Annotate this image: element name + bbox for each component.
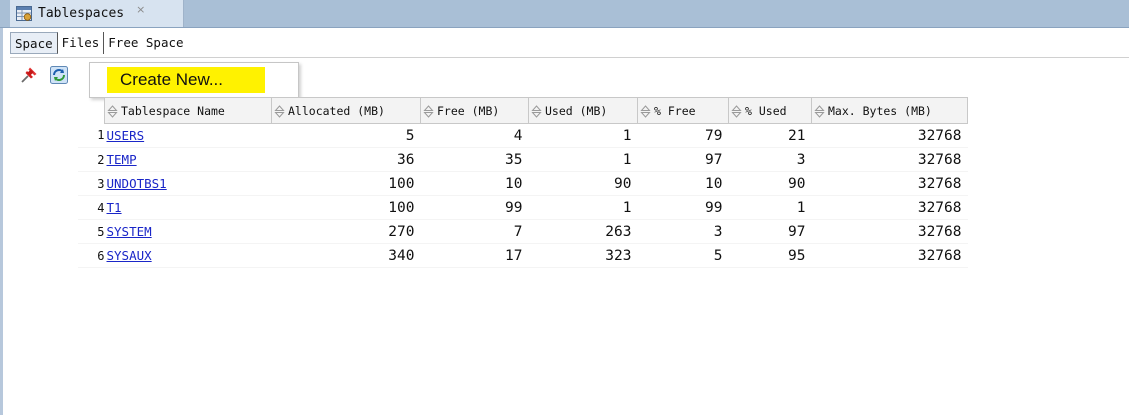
pct-used-cell: 3 (728, 147, 812, 172)
toolbar (18, 64, 70, 86)
tablespace-link[interactable]: USERS (107, 128, 145, 143)
column-header-tablespace-name[interactable]: Tablespace Name (104, 97, 272, 124)
max-bytes-cell: 32768 (811, 195, 968, 220)
sort-icon (274, 104, 285, 118)
row-number-header (78, 98, 105, 124)
row-number: 5 (78, 219, 105, 244)
header-row: Tablespace Name Allocated (MB) Free (MB)… (78, 97, 968, 124)
free-cell: 17 (420, 243, 529, 268)
tablespace-name-cell: SYSTEM (104, 219, 272, 244)
tablespace-link[interactable]: SYSAUX (107, 248, 152, 263)
pct-used-cell: 1 (728, 195, 812, 220)
subtab-bar: Space Files Free Space (10, 28, 1129, 58)
sort-icon (531, 104, 542, 118)
sort-icon (731, 104, 742, 118)
allocated-cell: 270 (271, 219, 421, 244)
max-bytes-cell: 32768 (811, 147, 968, 172)
pct-free-cell: 99 (637, 195, 729, 220)
table-row[interactable]: 4 T1 100 99 1 99 1 32768 (78, 195, 968, 220)
tablespaces-grid: Tablespace Name Allocated (MB) Free (MB)… (78, 97, 968, 268)
tab-tablespaces[interactable]: Tablespaces × (10, 0, 184, 27)
column-label: % Free (654, 103, 696, 118)
pct-free-cell: 5 (637, 243, 729, 268)
free-cell: 10 (420, 171, 529, 196)
row-number: 1 (78, 123, 105, 148)
tablespace-name-cell: SYSAUX (104, 243, 272, 268)
column-label: Allocated (MB) (288, 103, 385, 118)
allocated-cell: 5 (271, 123, 421, 148)
pct-free-cell: 10 (637, 171, 729, 196)
editor-tab-bar: Tablespaces × (0, 0, 1129, 28)
used-cell: 1 (528, 147, 638, 172)
tablespace-link[interactable]: SYSTEM (107, 224, 152, 239)
subtab-space[interactable]: Space (10, 31, 58, 54)
tablespace-link[interactable]: T1 (107, 200, 122, 215)
column-header-allocated[interactable]: Allocated (MB) (271, 97, 421, 124)
tablespace-link[interactable]: TEMP (107, 152, 137, 167)
pct-used-cell: 95 (728, 243, 812, 268)
free-cell: 4 (420, 123, 529, 148)
allocated-cell: 36 (271, 147, 421, 172)
context-menu: Create New... (89, 62, 299, 98)
column-header-pct-free[interactable]: % Free (637, 97, 729, 124)
allocated-cell: 100 (271, 195, 421, 220)
used-cell: 263 (528, 219, 638, 244)
row-number: 6 (78, 243, 105, 268)
table-row[interactable]: 3 UNDOTBS1 100 10 90 10 90 32768 (78, 171, 968, 196)
subtab-files[interactable]: Files (58, 31, 105, 54)
column-label: Used (MB) (545, 103, 608, 118)
create-new-menu-item[interactable]: Create New... (107, 67, 265, 93)
refresh-icon[interactable] (48, 64, 70, 86)
used-cell: 1 (528, 195, 638, 220)
column-label: Free (MB) (437, 103, 500, 118)
table-row[interactable]: 1 USERS 5 4 1 79 21 32768 (78, 123, 968, 148)
sort-icon (640, 104, 651, 118)
used-cell: 1 (528, 123, 638, 148)
pct-used-cell: 21 (728, 123, 812, 148)
tablespace-name-cell: TEMP (104, 147, 272, 172)
table-row[interactable]: 2 TEMP 36 35 1 97 3 32768 (78, 147, 968, 172)
subtab-free-space[interactable]: Free Space (104, 32, 187, 54)
used-cell: 323 (528, 243, 638, 268)
pct-free-cell: 3 (637, 219, 729, 244)
column-header-pct-used[interactable]: % Used (728, 97, 812, 124)
sort-icon (814, 104, 825, 118)
pct-used-cell: 90 (728, 171, 812, 196)
column-label: Max. Bytes (MB) (828, 103, 932, 118)
free-cell: 35 (420, 147, 529, 172)
max-bytes-cell: 32768 (811, 243, 968, 268)
pct-free-cell: 79 (637, 123, 729, 148)
close-icon[interactable]: × (136, 3, 145, 16)
row-number: 4 (78, 195, 105, 220)
pct-used-cell: 97 (728, 219, 812, 244)
tab-title: Tablespaces (38, 6, 125, 21)
max-bytes-cell: 32768 (811, 123, 968, 148)
tablespace-link[interactable]: UNDOTBS1 (107, 176, 167, 191)
max-bytes-cell: 32768 (811, 171, 968, 196)
column-header-max-bytes[interactable]: Max. Bytes (MB) (811, 97, 968, 124)
table-row[interactable]: 5 SYSTEM 270 7 263 3 97 32768 (78, 219, 968, 244)
row-number: 3 (78, 171, 105, 196)
column-label: % Used (745, 103, 787, 118)
left-edge (0, 0, 3, 415)
column-header-used[interactable]: Used (MB) (528, 97, 638, 124)
column-label: Tablespace Name (121, 103, 225, 118)
pin-icon[interactable] (18, 64, 40, 86)
tablespace-name-cell: USERS (104, 123, 272, 148)
free-cell: 99 (420, 195, 529, 220)
sort-icon (423, 104, 434, 118)
used-cell: 90 (528, 171, 638, 196)
sort-icon (107, 104, 118, 118)
tablespace-name-cell: T1 (104, 195, 272, 220)
column-header-free[interactable]: Free (MB) (420, 97, 529, 124)
max-bytes-cell: 32768 (811, 219, 968, 244)
allocated-cell: 340 (271, 243, 421, 268)
database-table-icon (16, 6, 32, 21)
free-cell: 7 (420, 219, 529, 244)
table-row[interactable]: 6 SYSAUX 340 17 323 5 95 32768 (78, 243, 968, 268)
tablespace-name-cell: UNDOTBS1 (104, 171, 272, 196)
allocated-cell: 100 (271, 171, 421, 196)
row-number: 2 (78, 147, 105, 172)
pct-free-cell: 97 (637, 147, 729, 172)
